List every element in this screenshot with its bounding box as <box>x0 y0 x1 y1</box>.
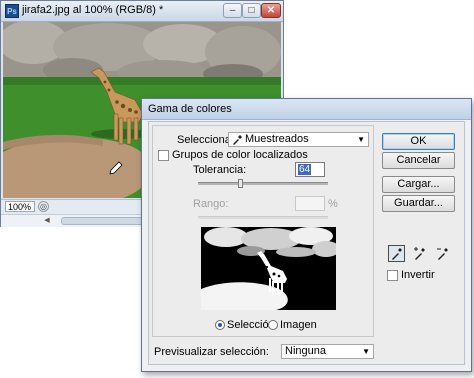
options-group: Seleccionar: Muestreados ▼ Grupos de col… <box>152 125 374 337</box>
document-title: jirafa2.jpg al 100% (RGB/8) * <box>22 4 164 16</box>
tolerance-value: 64 <box>298 164 312 175</box>
selection-preview[interactable] <box>201 227 336 310</box>
scroll-left-icon[interactable]: ◀ <box>41 215 53 227</box>
range-label: Rango: <box>193 198 229 210</box>
preview-selection-label: Previsualizar selección: <box>154 346 269 358</box>
load-button[interactable]: Cargar... <box>382 176 455 193</box>
eyedropper-plus-icon <box>414 247 425 260</box>
dialog-title-bar[interactable]: Gama de colores <box>142 99 471 120</box>
cancel-button[interactable]: Cancelar <box>382 152 455 169</box>
save-button[interactable]: Guardar... <box>382 195 455 212</box>
select-value: Muestreados <box>245 133 309 145</box>
tolerance-label: Tolerancia: <box>193 164 247 176</box>
eyedropper-icon <box>392 248 402 260</box>
selection-mask-image <box>201 227 336 310</box>
range-unit: % <box>328 198 338 210</box>
eyedropper-subtract-tool[interactable] <box>434 245 451 262</box>
photoshop-icon: Ps <box>5 4 19 18</box>
zoom-field[interactable]: 100% <box>5 201 35 212</box>
eyedropper-add-tool[interactable] <box>411 245 428 262</box>
maximize-button[interactable]: □ <box>242 3 261 18</box>
range-input[interactable] <box>295 196 325 211</box>
dialog-title: Gama de colores <box>148 103 232 115</box>
document-title-bar[interactable]: Ps jirafa2.jpg al 100% (RGB/8) * – □ ✕ <box>1 1 283 22</box>
chevron-down-icon: ▼ <box>362 347 370 356</box>
color-range-dialog: Gama de colores Seleccionar: Muestreados… <box>141 98 472 372</box>
preview-selection-value: Ninguna <box>285 345 326 357</box>
localized-groups-checkbox[interactable] <box>158 150 169 161</box>
radio-imagen-label: Imagen <box>280 319 317 331</box>
invert-label: Invertir <box>401 269 435 281</box>
invert-checkbox[interactable] <box>387 270 398 281</box>
eyedropper-icon <box>233 135 242 145</box>
select-dropdown[interactable]: Muestreados ▼ <box>228 132 369 147</box>
radio-imagen[interactable] <box>268 320 278 330</box>
tolerance-slider-thumb[interactable] <box>237 179 243 188</box>
ok-button[interactable]: OK <box>382 133 455 150</box>
eyedropper-minus-icon <box>437 248 448 260</box>
tolerance-input[interactable]: 64 <box>295 162 325 177</box>
status-info-icon[interactable]: ◎ <box>38 201 49 212</box>
dialog-body: Seleccionar: Muestreados ▼ Grupos de col… <box>148 121 465 365</box>
localized-groups-label: Grupos de color localizados <box>172 149 308 161</box>
eyedropper-tool[interactable] <box>388 245 405 262</box>
minimize-button[interactable]: – <box>223 3 242 18</box>
range-slider-track <box>198 216 328 219</box>
close-button[interactable]: ✕ <box>261 3 281 18</box>
preview-selection-dropdown[interactable]: Ninguna ▼ <box>281 344 374 359</box>
chevron-down-icon: ▼ <box>357 135 365 144</box>
tolerance-slider-track[interactable] <box>198 182 328 185</box>
radio-seleccion[interactable] <box>215 320 225 330</box>
